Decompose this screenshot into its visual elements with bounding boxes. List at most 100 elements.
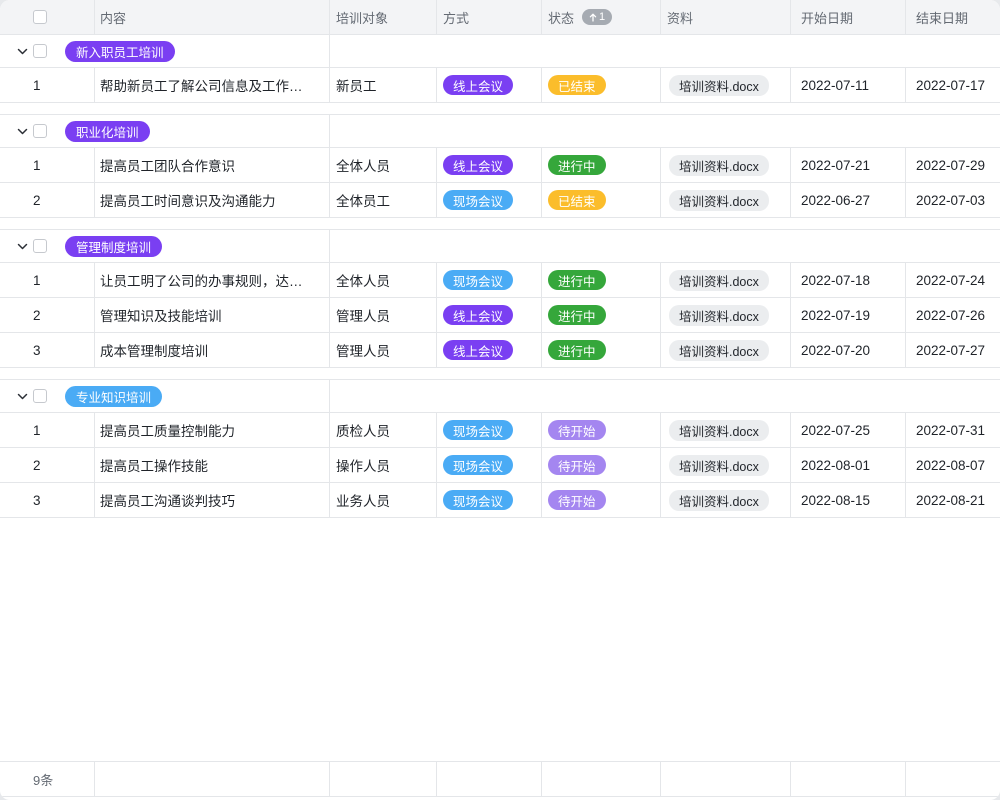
column-header-method[interactable]: 方式 bbox=[437, 0, 542, 34]
material-cell[interactable]: 培训资料.docx bbox=[661, 68, 791, 102]
content-cell[interactable]: 提高员工沟通谈判技巧 bbox=[95, 483, 330, 517]
method-tag[interactable]: 现场会议 bbox=[443, 270, 513, 290]
select-all-checkbox[interactable] bbox=[33, 10, 47, 24]
status-cell[interactable]: 进行中 bbox=[542, 298, 661, 332]
group-name-badge[interactable]: 新入职员工培训 bbox=[65, 41, 175, 62]
method-tag[interactable]: 现场会议 bbox=[443, 455, 513, 475]
summary-cell[interactable] bbox=[661, 762, 791, 796]
file-attachment-chip[interactable]: 培训资料.docx bbox=[669, 75, 769, 96]
material-cell[interactable]: 培训资料.docx bbox=[661, 263, 791, 297]
summary-cell[interactable] bbox=[437, 762, 542, 796]
collapse-chevron[interactable] bbox=[12, 391, 33, 402]
content-cell[interactable]: 提高员工质量控制能力 bbox=[95, 413, 330, 447]
group-checkbox[interactable] bbox=[33, 389, 47, 403]
method-cell[interactable]: 线上会议 bbox=[437, 148, 542, 182]
status-tag[interactable]: 进行中 bbox=[548, 155, 606, 175]
file-attachment-chip[interactable]: 培训资料.docx bbox=[669, 155, 769, 176]
method-cell[interactable]: 现场会议 bbox=[437, 448, 542, 482]
file-attachment-chip[interactable]: 培训资料.docx bbox=[669, 490, 769, 511]
target-cell[interactable]: 全体人员 bbox=[330, 263, 437, 297]
method-cell[interactable]: 现场会议 bbox=[437, 413, 542, 447]
status-tag[interactable]: 待开始 bbox=[548, 420, 606, 440]
method-cell[interactable]: 线上会议 bbox=[437, 333, 542, 367]
collapse-chevron[interactable] bbox=[12, 46, 33, 57]
start-date-cell[interactable]: 2022-07-11 bbox=[791, 68, 906, 102]
summary-cell[interactable] bbox=[542, 762, 661, 796]
material-cell[interactable]: 培训资料.docx bbox=[661, 148, 791, 182]
group-checkbox[interactable] bbox=[33, 124, 47, 138]
start-date-cell[interactable]: 2022-07-19 bbox=[791, 298, 906, 332]
status-cell[interactable]: 已结束 bbox=[542, 68, 661, 102]
method-cell[interactable]: 线上会议 bbox=[437, 68, 542, 102]
summary-cell[interactable] bbox=[330, 762, 437, 796]
column-header-end[interactable]: 结束日期 bbox=[906, 0, 1000, 34]
file-attachment-chip[interactable]: 培训资料.docx bbox=[669, 190, 769, 211]
summary-cell[interactable] bbox=[95, 762, 330, 796]
file-attachment-chip[interactable]: 培训资料.docx bbox=[669, 420, 769, 441]
end-date-cell[interactable]: 2022-07-27 bbox=[906, 333, 1000, 367]
file-attachment-chip[interactable]: 培训资料.docx bbox=[669, 270, 769, 291]
select-all-cell[interactable] bbox=[0, 0, 95, 34]
target-cell[interactable]: 管理人员 bbox=[330, 333, 437, 367]
content-cell[interactable]: 成本管理制度培训 bbox=[95, 333, 330, 367]
table-row[interactable]: 1让员工明了公司的办事规则，达…全体人员现场会议进行中培训资料.docx2022… bbox=[0, 263, 1000, 298]
start-date-cell[interactable]: 2022-07-21 bbox=[791, 148, 906, 182]
start-date-cell[interactable]: 2022-06-27 bbox=[791, 183, 906, 217]
file-attachment-chip[interactable]: 培训资料.docx bbox=[669, 305, 769, 326]
end-date-cell[interactable]: 2022-07-17 bbox=[906, 68, 1000, 102]
status-tag[interactable]: 待开始 bbox=[548, 490, 606, 510]
material-cell[interactable]: 培训资料.docx bbox=[661, 298, 791, 332]
status-cell[interactable]: 待开始 bbox=[542, 448, 661, 482]
group-name-badge[interactable]: 职业化培训 bbox=[65, 121, 150, 142]
target-cell[interactable]: 新员工 bbox=[330, 68, 437, 102]
end-date-cell[interactable]: 2022-07-26 bbox=[906, 298, 1000, 332]
table-row[interactable]: 2管理知识及技能培训管理人员线上会议进行中培训资料.docx2022-07-19… bbox=[0, 298, 1000, 333]
content-cell[interactable]: 管理知识及技能培训 bbox=[95, 298, 330, 332]
table-row[interactable]: 2提高员工时间意识及沟通能力全体员工现场会议已结束培训资料.docx2022-0… bbox=[0, 183, 1000, 218]
column-header-start[interactable]: 开始日期 bbox=[791, 0, 906, 34]
summary-cell[interactable] bbox=[906, 762, 1000, 796]
material-cell[interactable]: 培训资料.docx bbox=[661, 483, 791, 517]
target-cell[interactable]: 全体人员 bbox=[330, 148, 437, 182]
method-cell[interactable]: 现场会议 bbox=[437, 483, 542, 517]
content-cell[interactable]: 让员工明了公司的办事规则，达… bbox=[95, 263, 330, 297]
status-cell[interactable]: 进行中 bbox=[542, 333, 661, 367]
group-name-badge[interactable]: 管理制度培训 bbox=[65, 236, 162, 257]
end-date-cell[interactable]: 2022-07-31 bbox=[906, 413, 1000, 447]
target-cell[interactable]: 业务人员 bbox=[330, 483, 437, 517]
status-tag[interactable]: 待开始 bbox=[548, 455, 606, 475]
collapse-chevron[interactable] bbox=[12, 126, 33, 137]
column-header-content[interactable]: 内容 bbox=[95, 0, 330, 34]
content-cell[interactable]: 提高员工操作技能 bbox=[95, 448, 330, 482]
content-cell[interactable]: 提高员工团队合作意识 bbox=[95, 148, 330, 182]
method-tag[interactable]: 现场会议 bbox=[443, 490, 513, 510]
method-tag[interactable]: 线上会议 bbox=[443, 305, 513, 325]
status-tag[interactable]: 进行中 bbox=[548, 340, 606, 360]
target-cell[interactable]: 质检人员 bbox=[330, 413, 437, 447]
status-tag[interactable]: 已结束 bbox=[548, 190, 606, 210]
status-cell[interactable]: 进行中 bbox=[542, 148, 661, 182]
sort-badge[interactable]: 1 bbox=[582, 9, 612, 25]
table-row[interactable]: 3提高员工沟通谈判技巧业务人员现场会议待开始培训资料.docx2022-08-1… bbox=[0, 483, 1000, 518]
end-date-cell[interactable]: 2022-07-29 bbox=[906, 148, 1000, 182]
method-cell[interactable]: 现场会议 bbox=[437, 263, 542, 297]
target-cell[interactable]: 操作人员 bbox=[330, 448, 437, 482]
end-date-cell[interactable]: 2022-07-24 bbox=[906, 263, 1000, 297]
table-row[interactable]: 1提高员工质量控制能力质检人员现场会议待开始培训资料.docx2022-07-2… bbox=[0, 413, 1000, 448]
material-cell[interactable]: 培训资料.docx bbox=[661, 183, 791, 217]
group-name-badge[interactable]: 专业知识培训 bbox=[65, 386, 162, 407]
method-tag[interactable]: 现场会议 bbox=[443, 420, 513, 440]
group-checkbox[interactable] bbox=[33, 44, 47, 58]
end-date-cell[interactable]: 2022-07-03 bbox=[906, 183, 1000, 217]
status-tag[interactable]: 已结束 bbox=[548, 75, 606, 95]
material-cell[interactable]: 培训资料.docx bbox=[661, 448, 791, 482]
end-date-cell[interactable]: 2022-08-07 bbox=[906, 448, 1000, 482]
start-date-cell[interactable]: 2022-07-25 bbox=[791, 413, 906, 447]
table-row[interactable]: 1提高员工团队合作意识全体人员线上会议进行中培训资料.docx2022-07-2… bbox=[0, 148, 1000, 183]
start-date-cell[interactable]: 2022-08-15 bbox=[791, 483, 906, 517]
table-row[interactable]: 2提高员工操作技能操作人员现场会议待开始培训资料.docx2022-08-012… bbox=[0, 448, 1000, 483]
method-tag[interactable]: 线上会议 bbox=[443, 75, 513, 95]
target-cell[interactable]: 全体员工 bbox=[330, 183, 437, 217]
status-tag[interactable]: 进行中 bbox=[548, 305, 606, 325]
file-attachment-chip[interactable]: 培训资料.docx bbox=[669, 455, 769, 476]
